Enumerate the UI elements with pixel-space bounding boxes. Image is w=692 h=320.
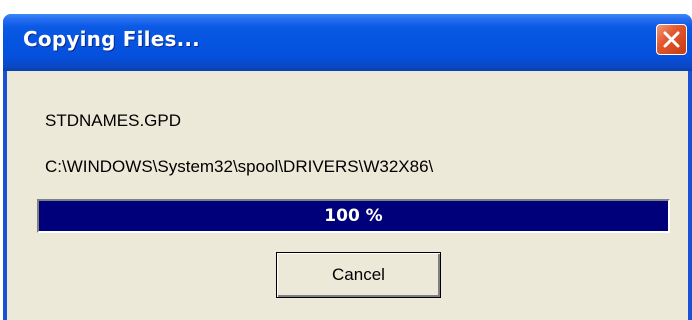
dialog-body: STDNAMES.GPD C:\WINDOWS\System32\spool\D… xyxy=(7,71,688,320)
close-button[interactable] xyxy=(656,24,687,55)
current-file-name: STDNAMES.GPD xyxy=(45,111,182,130)
progress-percent: 100 % xyxy=(324,206,383,226)
close-icon xyxy=(663,31,680,48)
cancel-button[interactable]: Cancel xyxy=(276,252,441,298)
window-title: Copying Files... xyxy=(23,27,200,51)
destination-path: C:\WINDOWS\System32\spool\DRIVERS\W32X86… xyxy=(45,157,434,176)
progress-bar: 100 % xyxy=(37,199,670,233)
copying-files-window: Copying Files... STDNAMES.GPD C:\WINDOWS… xyxy=(3,14,692,320)
title-bar[interactable]: Copying Files... xyxy=(3,14,692,71)
